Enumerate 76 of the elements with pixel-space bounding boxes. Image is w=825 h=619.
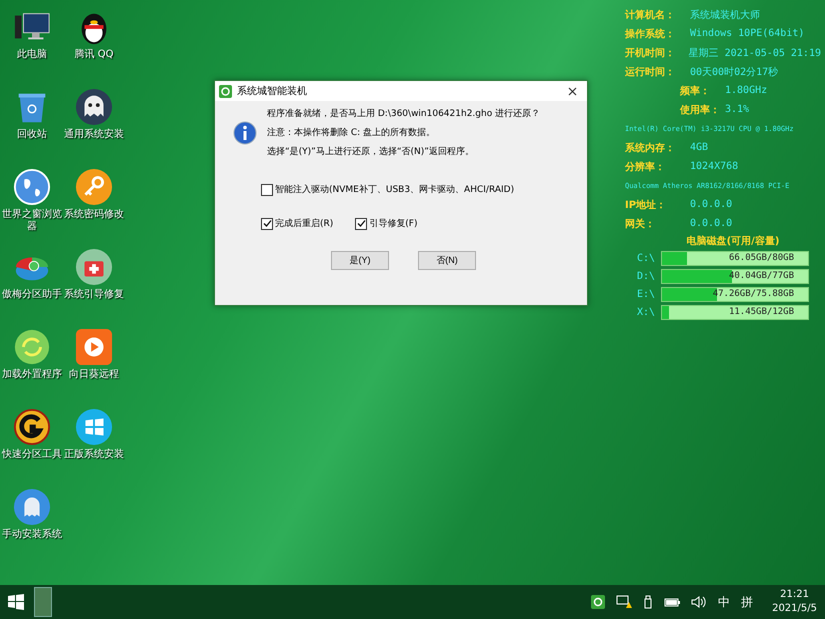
speaker-icon[interactable]: [691, 595, 708, 609]
info-label: 运行时间：: [625, 66, 676, 78]
drive-label: D:\: [637, 270, 655, 282]
desktop-icon-label[interactable]: 加载外置程序: [1, 369, 63, 381]
first-aid-kit-icon: [75, 248, 113, 286]
checkbox[interactable]: [261, 218, 273, 230]
info-label: 网关：: [625, 218, 656, 230]
key-icon: [75, 168, 113, 206]
info-label: 开机时间：: [625, 46, 676, 60]
desktop-icon-label[interactable]: 通用系统安装: [63, 129, 125, 141]
usb-drive-icon[interactable]: [643, 595, 654, 609]
checkbox-option[interactable]: 完成后重启(R): [261, 217, 334, 230]
ghost-icon: [13, 488, 51, 526]
app-logo-icon: [219, 84, 232, 98]
disk-section-title: 电脑磁盘(可用/容量): [686, 234, 780, 248]
input-method-indicator[interactable]: 拼: [741, 594, 754, 610]
info-value: 星期三 2021-05-05 21:19: [688, 46, 821, 60]
desktop-icon-label[interactable]: 系统引导修复: [63, 289, 125, 301]
network-warning-icon[interactable]: [616, 595, 632, 609]
desktop-icon-label[interactable]: 手动安装系统: [1, 529, 63, 541]
info-label: 操作系统：: [625, 28, 676, 40]
drive-label: C:\: [637, 252, 655, 264]
info-value: 3.1%: [725, 104, 750, 115]
checkmark-icon: [356, 219, 366, 228]
info-value: 00天00时02分17秒: [690, 66, 778, 78]
refresh-arrows-icon: [13, 328, 51, 366]
clock-time: 21:21: [780, 588, 809, 602]
dialog-button[interactable]: 否(N): [418, 251, 476, 270]
dialog-title: 系统城智能装机: [237, 84, 308, 98]
info-label: 使用率：: [680, 103, 721, 116]
battery-icon[interactable]: [664, 596, 680, 608]
checkbox-option[interactable]: 引导修复(F): [355, 217, 418, 230]
desktop-icon-label[interactable]: 回收站: [1, 129, 63, 141]
drive-label: X:\: [637, 306, 655, 318]
info-label: 计算机名：: [625, 8, 676, 22]
letter-g-icon: [13, 408, 51, 446]
info-icon: [233, 121, 257, 145]
disk-usage-text: 11.45GB/12GB: [728, 306, 794, 318]
checkbox[interactable]: [355, 218, 368, 230]
info-value: 0.0.0.0: [690, 199, 732, 210]
info-value: 1024X768: [690, 161, 738, 172]
app-logo-icon[interactable]: [591, 595, 606, 609]
info-value: 系统城装机大师: [690, 8, 760, 22]
drive-label: E:\: [637, 288, 655, 300]
clock-date: 2021/5/5: [772, 602, 817, 616]
taskbar-app-thumbnail[interactable]: [34, 587, 52, 617]
info-value: 1.80GHz: [725, 85, 768, 96]
info-value: 0.0.0.0: [690, 218, 732, 229]
checkbox[interactable]: [261, 184, 273, 196]
windows-logo-icon: [75, 408, 113, 446]
info-value: 4GB: [690, 142, 708, 153]
globe-icon: [13, 168, 51, 206]
dialog-button[interactable]: 是(Y): [331, 251, 389, 270]
dialog-message: 选择“是(Y)”马上进行还原，选择“否(N)”返回程序。: [267, 146, 475, 158]
desktop-icon-label[interactable]: 世界之窗浏览器: [1, 209, 63, 233]
info-label: IP地址：: [625, 198, 668, 212]
dialog-message: 注意：本操作将删除 C: 盘上的所有数据。: [267, 126, 436, 139]
desktop-icon-label[interactable]: 正版系统安装: [63, 449, 125, 461]
close-icon[interactable]: [568, 86, 577, 96]
desktop-icon-label[interactable]: 向日葵远程: [63, 369, 125, 381]
input-method-indicator[interactable]: 中: [718, 594, 730, 610]
desktop-icon-label[interactable]: 系统密码修改: [63, 209, 125, 221]
disk-usage-text: 66.05GB/80GB: [728, 252, 794, 264]
desktop-icon-label[interactable]: 快速分区工具: [1, 449, 63, 461]
ghost-icon: [75, 88, 113, 126]
info-value: Windows 10PE(64bit): [690, 28, 804, 39]
info-label: 系统内存：: [625, 142, 676, 154]
desktop-icon-label[interactable]: 傲梅分区助手: [1, 289, 63, 301]
info-label: 频率：: [680, 84, 711, 98]
dialog-message: 程序准备就绪，是否马上用 D:\360\win106421h2.gho 进行还原？: [267, 108, 540, 120]
desktop-icon-label[interactable]: 腾讯 QQ: [63, 49, 125, 61]
checkmark-icon: [262, 219, 272, 228]
desktop-icon-label[interactable]: 此电脑: [1, 49, 63, 61]
info-label: 分辨率：: [625, 160, 666, 174]
windows-start-icon[interactable]: [8, 594, 24, 610]
checkbox-option[interactable]: 智能注入驱动(NVME补丁、USB3、网卡驱动、AHCI/RAID): [261, 183, 514, 196]
